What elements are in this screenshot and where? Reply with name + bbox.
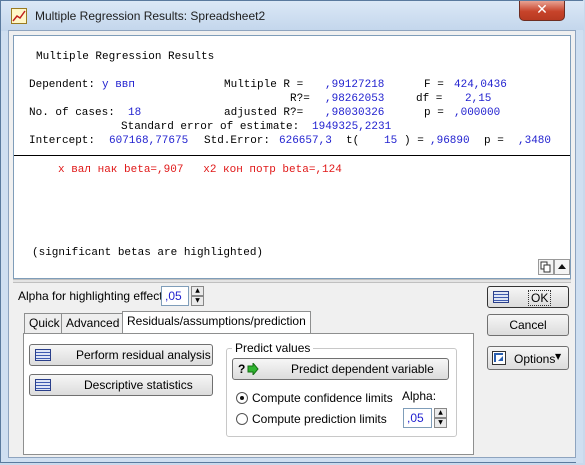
cases-value: 18 <box>128 107 142 119</box>
window-title: Multiple Regression Results: Spreadsheet… <box>35 9 266 23</box>
copy-button[interactable] <box>538 259 554 275</box>
df-label: df = <box>416 93 443 105</box>
f-value: 424,0436 <box>454 79 507 91</box>
predict-button[interactable]: ? Predict dependent variable <box>232 358 449 380</box>
chevron-down-icon: ▼ <box>555 352 562 361</box>
t-label: t( <box>346 135 360 147</box>
cases-label: No. of cases: <box>29 107 115 119</box>
options-label: Options <box>514 352 556 366</box>
predict-arrow-icon <box>247 363 259 375</box>
residual-analysis-label: Perform residual analysis <box>76 348 211 362</box>
t-value: ,96890 <box>430 135 470 147</box>
alpha-label: Alpha for highlighting effects: <box>18 289 172 303</box>
copy-icon <box>540 261 551 273</box>
table-icon <box>493 291 509 303</box>
app-icon <box>11 8 27 24</box>
pane-splitter[interactable] <box>13 279 571 283</box>
multiple-r-label: Multiple R = <box>224 79 304 91</box>
t-close: ) = <box>404 135 424 147</box>
intercept-stderr-value: 626657,3 <box>279 135 332 147</box>
alpha-spinner[interactable]: ▲ ▼ <box>191 286 204 306</box>
arrow-up-icon <box>558 264 566 269</box>
predict-question-mark: ? <box>238 362 246 376</box>
intercept-stderr-label: Std.Error: <box>204 135 271 147</box>
arrow-up-icon[interactable]: ▲ <box>191 286 204 296</box>
predict-label: Predict dependent variable <box>291 362 434 376</box>
title-bar[interactable]: Multiple Regression Results: Spreadsheet… <box>1 1 584 31</box>
significance-note: (significant betas are highlighted) <box>32 247 264 259</box>
tab-advanced[interactable]: Advanced <box>61 313 125 333</box>
tab-label: Quick <box>29 316 60 330</box>
options-icon <box>492 351 506 365</box>
tab-residuals[interactable]: Residuals/assumptions/prediction <box>122 311 311 334</box>
results-heading: Multiple Regression Results <box>36 51 215 63</box>
confidence-label: Compute confidence limits <box>252 391 393 405</box>
predict-group-title: Predict values <box>232 341 314 355</box>
table-icon <box>35 379 51 391</box>
t-p-value: ,3480 <box>518 135 552 147</box>
prediction-label: Compute prediction limits <box>252 412 387 426</box>
table-icon <box>35 349 51 361</box>
arrow-up-icon[interactable]: ▲ <box>434 408 447 418</box>
t-p-label: p = <box>484 135 504 147</box>
scroll-top-button[interactable] <box>554 259 570 275</box>
alpha2-spinner[interactable]: ▲ ▼ <box>434 408 447 428</box>
descriptive-statistics-button[interactable]: Descriptive statistics <box>29 374 213 396</box>
p-label: p = <box>424 107 444 119</box>
t-df: 15 <box>384 135 398 147</box>
adj-r2-label: adjusted R?= <box>224 107 304 119</box>
f-label: F = <box>424 79 444 91</box>
close-button[interactable]: ✕ <box>519 1 565 21</box>
tab-label: Residuals/assumptions/prediction <box>127 314 306 328</box>
arrow-down-icon[interactable]: ▼ <box>191 296 204 306</box>
prediction-radio[interactable] <box>236 413 248 425</box>
stderr-value: 1949325,2231 <box>312 121 392 133</box>
alpha2-input[interactable]: ,05 <box>403 408 432 428</box>
p-value: ,000000 <box>454 107 501 119</box>
tab-quick[interactable]: Quick <box>24 313 65 333</box>
ok-button[interactable]: OK <box>487 286 569 308</box>
r2-label: R?= <box>290 93 310 105</box>
betas-line: x вал нак beta=,907 x2 кон потр beta=,12… <box>58 164 342 176</box>
intercept-label: Intercept: <box>29 135 96 147</box>
results-divider <box>14 155 570 156</box>
dependent-value: y ввп <box>102 79 136 91</box>
window-frame-right <box>576 30 583 463</box>
confidence-radio[interactable] <box>236 392 248 404</box>
close-icon: ✕ <box>536 2 548 18</box>
cancel-button[interactable]: Cancel <box>487 314 569 336</box>
intercept-value: 607168,77675 <box>109 135 189 147</box>
r2-value: ,98262053 <box>325 93 385 105</box>
arrow-down-icon[interactable]: ▼ <box>434 418 447 428</box>
alpha2-label: Alpha: <box>402 389 437 403</box>
options-button[interactable]: Options ▼ <box>487 346 569 370</box>
dependent-label: Dependent: <box>29 79 96 91</box>
ok-label: OK <box>528 290 552 306</box>
alpha-input[interactable]: ,05 <box>161 286 189 306</box>
residual-analysis-button[interactable]: Perform residual analysis <box>29 344 213 366</box>
tab-label: Advanced <box>66 316 120 330</box>
multiple-r-value: ,99127218 <box>325 79 385 91</box>
descriptive-statistics-label: Descriptive statistics <box>84 378 193 392</box>
results-panel: Multiple Regression Results Dependent: y… <box>13 35 571 279</box>
df-value: 2,15 <box>465 93 492 105</box>
adj-r2-value: ,98030326 <box>325 107 385 119</box>
stderr-label: Standard error of estimate: <box>121 121 300 133</box>
